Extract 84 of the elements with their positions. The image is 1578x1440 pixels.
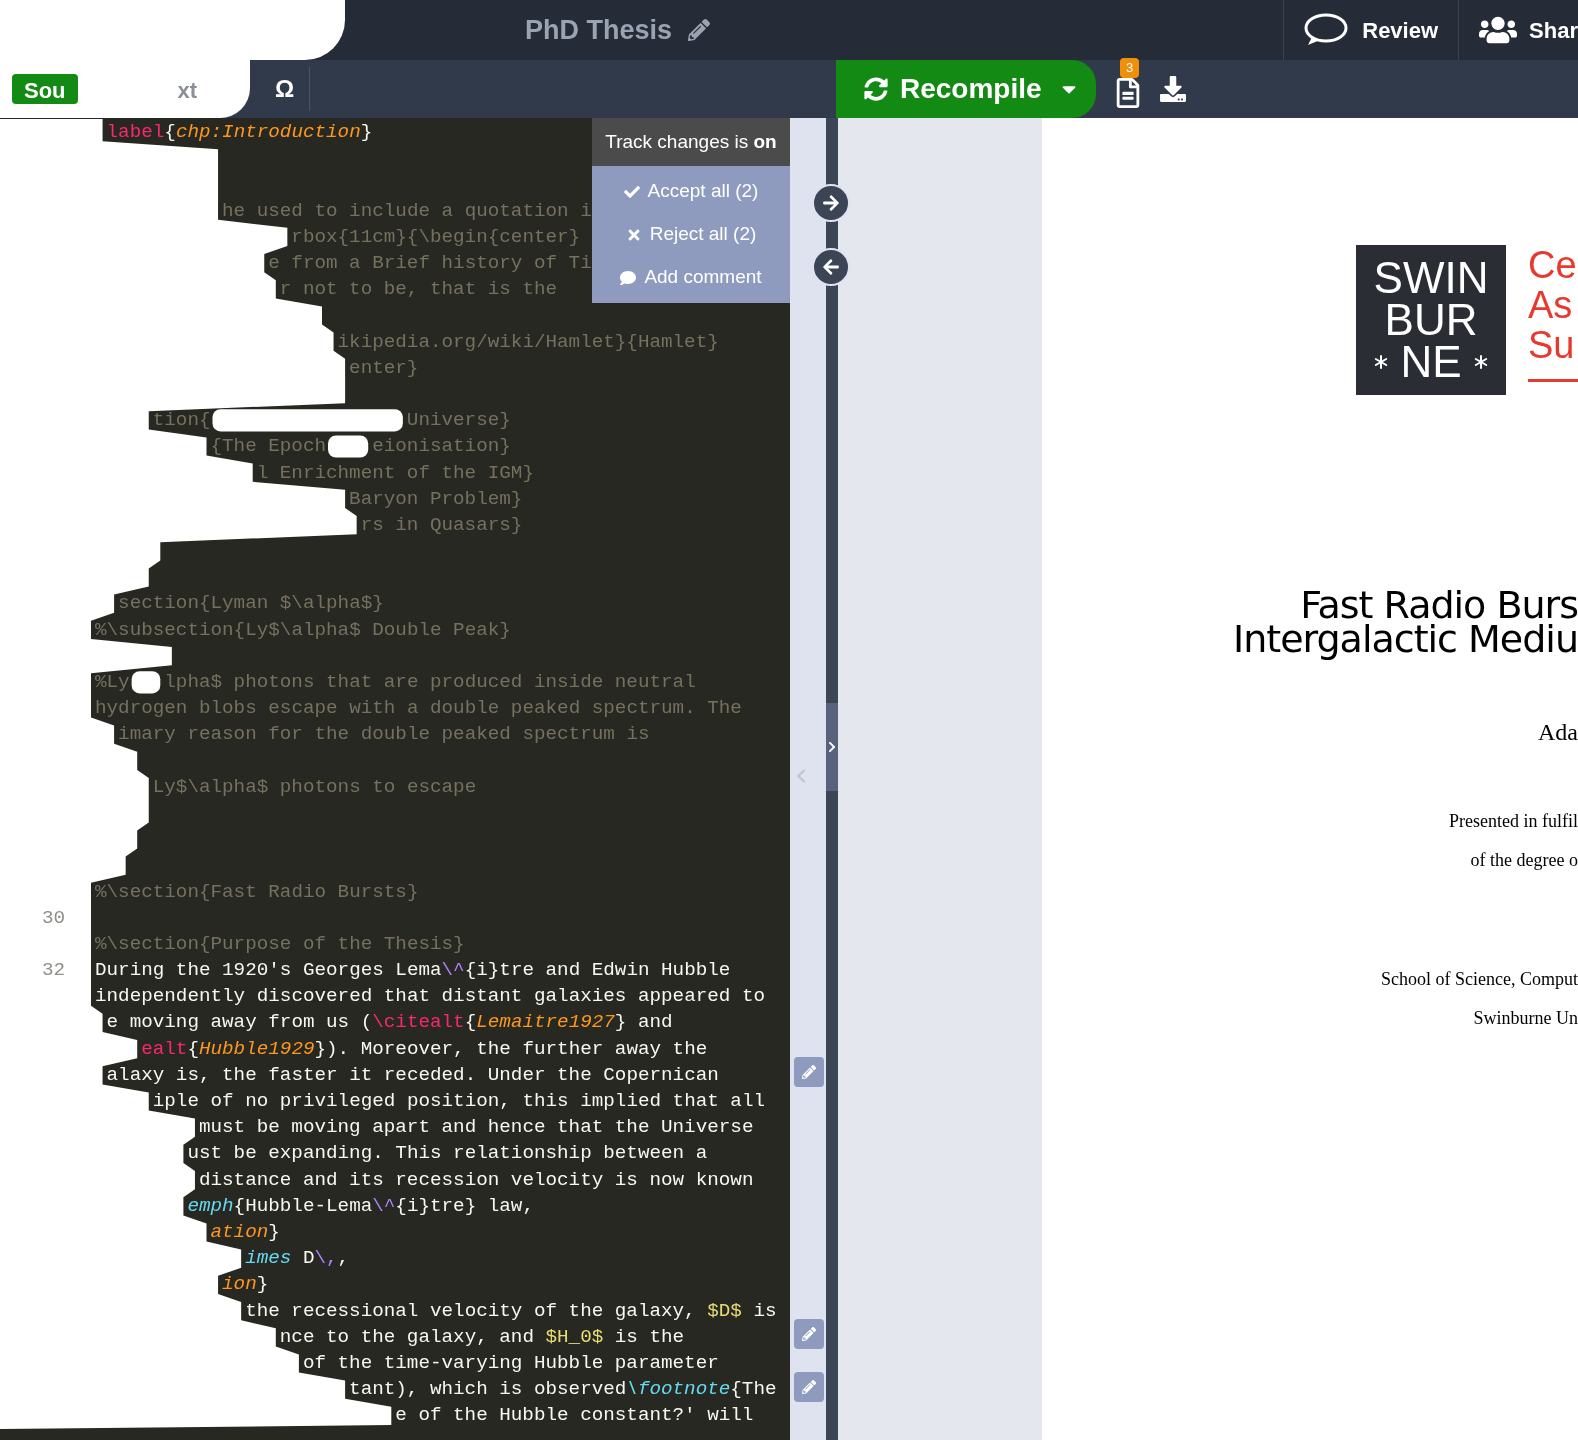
logo-text: NE	[1400, 341, 1462, 383]
code-line: e of the Hubble constant?' will	[395, 1403, 754, 1429]
code-line: lpha$ photons that are produced inside neutral	[164, 670, 696, 696]
code-line: ust be expanding. This relationship between a	[187, 1141, 708, 1167]
arrow-right-icon	[822, 194, 840, 212]
asterisk-icon	[1473, 355, 1488, 369]
line-number: 30	[42, 905, 66, 931]
comment-icon	[620, 269, 637, 286]
code-line: ikipedia.org/wiki/Hamlet}{Hamlet}	[337, 329, 719, 355]
pane-toggle[interactable]	[826, 703, 838, 791]
track-changes-action[interactable]: Accept all (2)	[592, 170, 790, 213]
code-line: During the 1920's Georges Lema\^{i}tre and Edwin Hubble	[95, 958, 731, 984]
code-line: emph{Hubble-Lema\^{i}tre} law,	[187, 1193, 534, 1219]
code-line: he used to include a quotation i	[222, 198, 592, 224]
log-count-badge: 3	[1120, 58, 1140, 78]
editor-tab[interactable]: Sou	[12, 74, 78, 104]
code-line: ealt{Hubble1929}). Moreover, the further away the	[141, 1036, 708, 1062]
edit-comment-button[interactable]	[794, 1057, 824, 1088]
code-line: iple of no privileged position, this implied that all	[152, 1089, 765, 1115]
download-icon[interactable]	[1160, 76, 1186, 102]
degree-text: of the degree o	[1470, 849, 1578, 872]
code-line: e from a Brief history of Ti	[268, 251, 592, 277]
code-line: the recessional velocity of the galaxy, $D$ is	[245, 1298, 777, 1324]
code-line: rbox{11cm}{\begin{center}	[291, 224, 581, 250]
logo-side-text: Su	[1528, 325, 1576, 365]
code-line: nce to the galaxy, and $H_0$ is the	[279, 1324, 685, 1350]
logo-side-text: Ce	[1528, 245, 1578, 285]
author-name: Ada	[1538, 718, 1578, 747]
code-line: tion{	[152, 408, 211, 434]
recompile-label[interactable]: Recompile	[900, 68, 1042, 110]
pencil-icon	[802, 1065, 816, 1080]
project-title[interactable]: PhD Thesis	[525, 9, 673, 51]
code-editor[interactable]	[0, 118, 790, 1440]
code-line: imary reason for the double peaked spectrum is	[118, 722, 650, 748]
logo-text: SWIN	[1373, 257, 1489, 299]
code-line: eionisation}	[372, 434, 511, 460]
pencil-icon	[802, 1379, 816, 1394]
code-line: distance and its recession velocity is now known	[198, 1167, 754, 1193]
code-line: enter}	[349, 355, 419, 381]
code-line: label{chp:Introduction}	[106, 120, 373, 146]
track-changes-status: Track changes is on	[592, 118, 790, 166]
code-line: l Enrichment of the IGM}	[256, 460, 534, 486]
line-number: 32	[42, 958, 66, 984]
code-line: hydrogen blobs escape with a double peaked spectrum. The	[95, 696, 742, 722]
code-line: tant), which is observed\footnote{The	[349, 1377, 777, 1403]
arrow-left-icon	[822, 258, 840, 276]
code-line: %\section{Purpose of the Thesis}	[95, 931, 465, 957]
code-line: %\subsection{Ly$\alpha$ Double Peak}	[95, 617, 511, 643]
edit-comment-button[interactable]	[794, 1371, 824, 1402]
logo-side-text: As	[1528, 285, 1574, 325]
school-text: Swinburne Un	[1473, 1007, 1578, 1030]
code-line: Baryon Problem}	[349, 486, 523, 512]
chevron-right-icon	[828, 741, 836, 753]
code-line: imes D\,,	[245, 1246, 350, 1272]
check-icon	[623, 183, 640, 200]
code-line: {The Epoch	[210, 434, 327, 460]
pencil-icon[interactable]	[688, 19, 711, 41]
logs-icon[interactable]	[1116, 78, 1140, 108]
thesis-title: Fast Radio Burs	[1300, 588, 1578, 622]
logo-text: BUR	[1384, 299, 1478, 341]
refresh-icon	[864, 77, 888, 101]
asterisk-icon	[1374, 355, 1389, 369]
code-line: section{Lyman $\alpha$}	[118, 591, 384, 617]
code-line: Universe}	[406, 408, 511, 434]
track-changes-action[interactable]: Add comment	[592, 256, 790, 299]
code-line: %\section{Fast Radio Bursts}	[95, 879, 419, 905]
code-line: e moving away from us (\citealt{Lemaitre1927} and	[106, 1010, 673, 1036]
code-line: independently discovered that distant galaxies appeared to	[95, 984, 765, 1010]
edit-comment-button[interactable]	[794, 1319, 824, 1350]
school-text: School of Science, Comput	[1381, 968, 1578, 991]
code-line: alaxy is, the faster it receded. Under the Copernican	[106, 1062, 719, 1088]
code-line: rs in Quasars}	[360, 512, 523, 538]
code-line: %Ly	[95, 670, 130, 696]
code-line: of the time-varying Hubble parameter	[302, 1350, 719, 1376]
symbol-palette-button[interactable]: Ω	[260, 67, 310, 111]
code-line: r not to be, that is the	[279, 277, 558, 303]
code-line: must be moving apart and hence that the Universe	[198, 1115, 754, 1141]
code-line: ion}	[222, 1272, 269, 1298]
pencil-icon	[802, 1327, 816, 1342]
code-line: ation}	[210, 1219, 280, 1245]
recompile-button[interactable]: Recompile	[836, 60, 1096, 118]
degree-text: Presented in fulfil	[1449, 810, 1578, 833]
code-line: Ly$\alpha$ photons to escape	[152, 774, 477, 800]
track-changes-action[interactable]: Reject all (2)	[592, 213, 790, 256]
